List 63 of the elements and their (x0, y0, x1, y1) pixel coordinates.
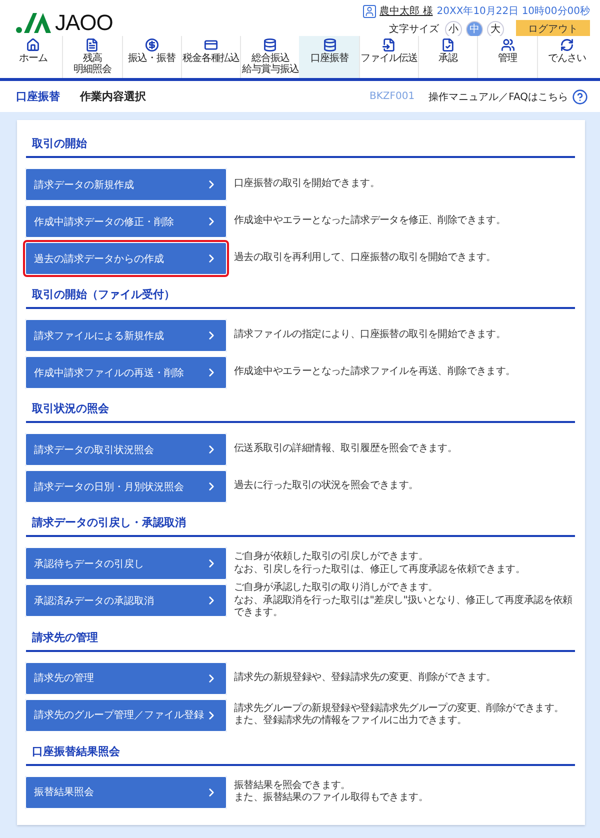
nav-tab[interactable]: 承認 (418, 36, 478, 78)
menu-description: 振替結果を照会できます。 (234, 780, 350, 792)
card-icon (204, 38, 218, 52)
menu-description: ご自身が依頼した取引の引戻しができます。 (234, 551, 428, 564)
section-title: 取引の開始（ファイル受付） (26, 277, 575, 309)
breadcrumb-category: 口座振替 (16, 89, 61, 104)
file-send-icon (382, 38, 396, 52)
nav-tab[interactable]: 管理 (477, 36, 537, 78)
menu-button[interactable]: 作成中請求データの修正・削除 (23, 203, 229, 240)
menu-description: 口座振替の取引を開始できます。 (234, 178, 380, 191)
menu-description: ご自身が承認した取引の取り消しができます。 (234, 582, 438, 594)
user-name: 農中太郎 様 (380, 4, 433, 18)
page-title: 作業内容選択 (80, 89, 147, 104)
logo-text: JAOO (55, 12, 113, 34)
nav-tab[interactable]: 税金各種払込 (180, 36, 240, 78)
user-icon (362, 4, 376, 18)
logo-mark-icon (16, 12, 52, 34)
menu-description: また、登録請求先の情報をファイルに出力できます。 (234, 715, 467, 728)
login-datetime: 20XX年10月22日 10時00分00秒 (436, 4, 590, 18)
font-size-option[interactable]: 大 (487, 20, 504, 38)
nav-tab[interactable]: 口座振替 (299, 36, 359, 78)
menu-description: 請求先の新規登録や、登録請求先の変更、削除ができます。 (234, 672, 496, 684)
nav-tab[interactable]: ファイル伝送 (358, 36, 418, 78)
nav-tab[interactable]: 総合振込 給与賞与振込 (240, 36, 300, 78)
menu-description: 請求ファイルの指定により、口座振替の取引を開始できます。 (234, 329, 506, 342)
people-icon (500, 38, 515, 52)
menu-description: なお、承認取消を行った取引は"差戻し"扱いとなり、修正して再度承認を依頼できます。 (234, 594, 574, 620)
section-title: 取引の開始 (26, 126, 575, 158)
menu-button[interactable]: 請求データの新規作成 (23, 166, 229, 203)
menu-description: なお、引戻しを行った取引は、修正して再度承認を依頼できます。 (234, 564, 526, 576)
home-icon (26, 38, 40, 52)
section-title: 請求データの引戻し・承認取消 (26, 505, 575, 537)
menu-button[interactable]: 振替結果照会 (23, 774, 229, 810)
menu-description: 作成途中やエラーとなった請求データを修正、削除できます。 (234, 215, 506, 228)
menu-description: 過去に行った取引の状況を照会できます。 (234, 480, 418, 493)
menu-description: 請求先グループの新規登録や登録請求先グループの変更、削除ができます。 (234, 702, 564, 714)
help-icon (572, 88, 588, 104)
section-title: 取引状況の照会 (26, 391, 575, 423)
menu-button[interactable]: 承認待ちデータの引戻し (23, 545, 229, 582)
menu-button[interactable]: 承認済みデータの承認取消 (23, 582, 229, 620)
coin-icon (144, 38, 159, 52)
menu-button[interactable]: 作成中請求ファイルの再送・削除 (23, 354, 229, 391)
document-check-icon (441, 38, 456, 52)
menu-button[interactable]: 請求データの取引状況照会 (23, 431, 229, 468)
menu-description: 作成途中やエラーとなった請求ファイルを再送、削除できます。 (234, 366, 516, 379)
menu-button[interactable]: 過去の請求データからの作成 (23, 240, 229, 277)
font-size-label: 文字サイズ (389, 22, 439, 36)
font-size-option[interactable]: 小 (445, 20, 462, 38)
document-icon (85, 38, 100, 52)
menu-description: 過去の取引を再利用して、口座振替の取引を開始できます。 (234, 252, 496, 265)
help-link[interactable]: 操作マニュアル／FAQはこちら (428, 88, 588, 104)
menu-button[interactable]: 請求ファイルによる新規作成 (23, 317, 229, 354)
menu-button[interactable]: 請求先のグループ管理／ファイル登録 (23, 696, 229, 734)
section-title: 請求先の管理 (26, 620, 575, 652)
menu-button[interactable]: 請求データの日別・月別状況照会 (23, 468, 229, 505)
screen-id: BKZF001 (370, 91, 415, 102)
database-icon (263, 38, 278, 52)
menu-description: また、振替結果のファイル取得もできます。 (234, 792, 428, 804)
database-icon (322, 38, 337, 52)
section-title: 口座振替結果照会 (26, 734, 575, 766)
menu-description: 伝送系取引の詳細情報、取引履歴を照会できます。 (234, 443, 458, 456)
cycle-icon (560, 38, 574, 52)
menu-button[interactable]: 請求先の管理 (23, 660, 229, 696)
